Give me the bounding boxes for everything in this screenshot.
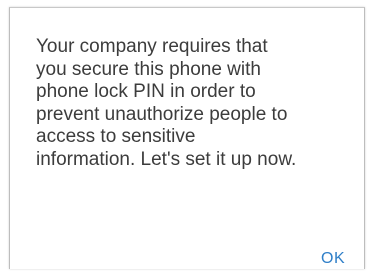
dialog-message: Your company requires that you secure th… xyxy=(36,36,297,170)
company-pin-dialog: Your company requires that you secure th… xyxy=(9,7,365,269)
screen-background: Your company requires that you secure th… xyxy=(0,0,374,269)
ok-button[interactable]: OK xyxy=(315,246,351,272)
